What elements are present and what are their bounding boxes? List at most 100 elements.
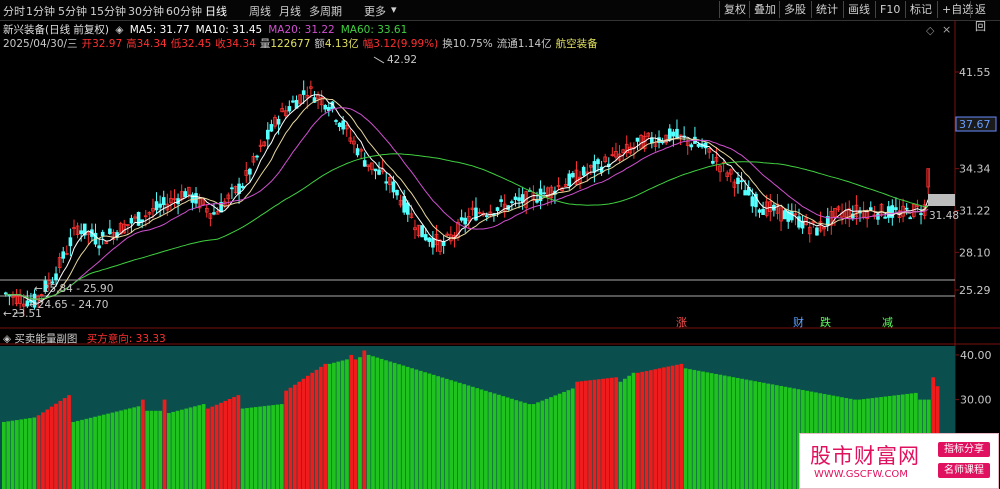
energy-bar bbox=[262, 406, 267, 489]
price-tick-2: 34.34 bbox=[959, 163, 991, 176]
candle-body bbox=[757, 209, 762, 213]
energy-bar bbox=[140, 399, 145, 489]
price-tick-5: 25.29 bbox=[959, 284, 991, 297]
sub-indicator-value: 33.33 bbox=[135, 333, 166, 345]
energy-bar bbox=[540, 400, 545, 489]
energy-bar bbox=[427, 373, 432, 489]
energy-bar bbox=[41, 412, 45, 489]
candle-body bbox=[100, 231, 105, 237]
energy-bar bbox=[431, 374, 436, 489]
candle-body bbox=[660, 141, 665, 144]
energy-bar bbox=[748, 380, 753, 489]
energy-bar bbox=[479, 389, 484, 489]
price-tick-0: 41.55 bbox=[959, 66, 991, 79]
candle-body bbox=[868, 207, 873, 210]
energy-bar bbox=[557, 393, 562, 489]
energy-bar bbox=[258, 406, 262, 489]
candle-body bbox=[883, 216, 887, 219]
candle-body bbox=[391, 181, 396, 193]
candle-body bbox=[459, 217, 464, 221]
candle-body bbox=[463, 217, 468, 225]
energy-bar bbox=[132, 407, 137, 489]
candle-body bbox=[689, 144, 694, 148]
energy-bar bbox=[392, 362, 397, 489]
energy-bar bbox=[692, 369, 697, 489]
energy-bar bbox=[188, 407, 193, 489]
energy-bar bbox=[23, 418, 28, 489]
energy-bar bbox=[332, 362, 336, 489]
candle-body bbox=[423, 234, 428, 241]
watermark-title: 股市财富网 bbox=[810, 444, 920, 468]
event-marker-0: 涨 bbox=[676, 316, 687, 329]
energy-bar bbox=[570, 388, 575, 489]
candle-body bbox=[230, 187, 234, 190]
energy-bar bbox=[462, 384, 467, 489]
energy-bar bbox=[10, 420, 15, 489]
candle-body bbox=[675, 128, 679, 138]
energy-bar bbox=[518, 401, 523, 489]
candle-body bbox=[592, 161, 597, 173]
energy-bar bbox=[475, 388, 480, 489]
candle-body bbox=[240, 185, 245, 188]
candle-body bbox=[341, 120, 345, 130]
energy-bar bbox=[683, 368, 688, 489]
energy-bar bbox=[162, 399, 167, 489]
candle-body bbox=[334, 120, 338, 122]
ma10-line bbox=[5, 98, 929, 300]
energy-bar bbox=[514, 400, 519, 489]
energy-bar bbox=[6, 421, 11, 489]
energy-bar bbox=[536, 402, 540, 489]
energy-bar bbox=[201, 404, 206, 489]
energy-bar bbox=[206, 408, 210, 489]
energy-bar bbox=[284, 390, 289, 489]
candlesticks bbox=[3, 80, 931, 317]
candle-body bbox=[384, 181, 389, 184]
energy-bar bbox=[249, 407, 254, 489]
energy-bar bbox=[592, 379, 597, 489]
energy-bar bbox=[497, 394, 501, 489]
energy-bar bbox=[327, 363, 332, 489]
energy-bar bbox=[627, 375, 632, 489]
energy-bar bbox=[210, 406, 215, 489]
high-price-label: 42.92 bbox=[387, 54, 417, 66]
energy-bar bbox=[253, 407, 258, 489]
energy-bar bbox=[32, 417, 37, 489]
energy-bar bbox=[15, 420, 19, 489]
energy-bar bbox=[770, 384, 775, 489]
energy-bar bbox=[340, 360, 345, 489]
sub-settings-icon[interactable]: ◈ bbox=[3, 333, 11, 345]
candle-body bbox=[571, 172, 575, 178]
energy-bar bbox=[614, 377, 619, 489]
candle-body bbox=[495, 207, 500, 211]
candle-body bbox=[266, 129, 270, 140]
candle-body bbox=[327, 107, 331, 112]
energy-bar bbox=[501, 396, 506, 489]
range-label-2: ←24.65 - 24.70 bbox=[29, 299, 108, 311]
candle-body bbox=[743, 190, 747, 196]
candle-body bbox=[362, 160, 367, 167]
candle-body bbox=[510, 201, 514, 204]
energy-bar bbox=[2, 421, 6, 489]
candle-body bbox=[395, 189, 399, 196]
energy-bar bbox=[127, 408, 132, 489]
energy-bar bbox=[310, 372, 315, 489]
candle-body bbox=[815, 227, 819, 236]
candle-body bbox=[542, 192, 546, 195]
energy-bar bbox=[219, 402, 223, 489]
energy-bar bbox=[193, 406, 197, 489]
energy-bar bbox=[401, 365, 406, 489]
candle-body bbox=[377, 169, 381, 175]
candle-body bbox=[161, 197, 166, 206]
energy-bar bbox=[397, 364, 401, 489]
energy-bar bbox=[492, 393, 497, 489]
energy-bar bbox=[544, 398, 549, 489]
energy-bar bbox=[119, 410, 123, 489]
candle-body bbox=[635, 137, 640, 142]
event-marker-3: 减 bbox=[882, 316, 893, 329]
energy-bar bbox=[436, 376, 441, 489]
energy-bar bbox=[167, 413, 171, 489]
candle-body bbox=[136, 212, 141, 226]
energy-bar bbox=[783, 386, 788, 489]
energy-bar bbox=[701, 371, 705, 489]
energy-bar bbox=[566, 390, 571, 489]
